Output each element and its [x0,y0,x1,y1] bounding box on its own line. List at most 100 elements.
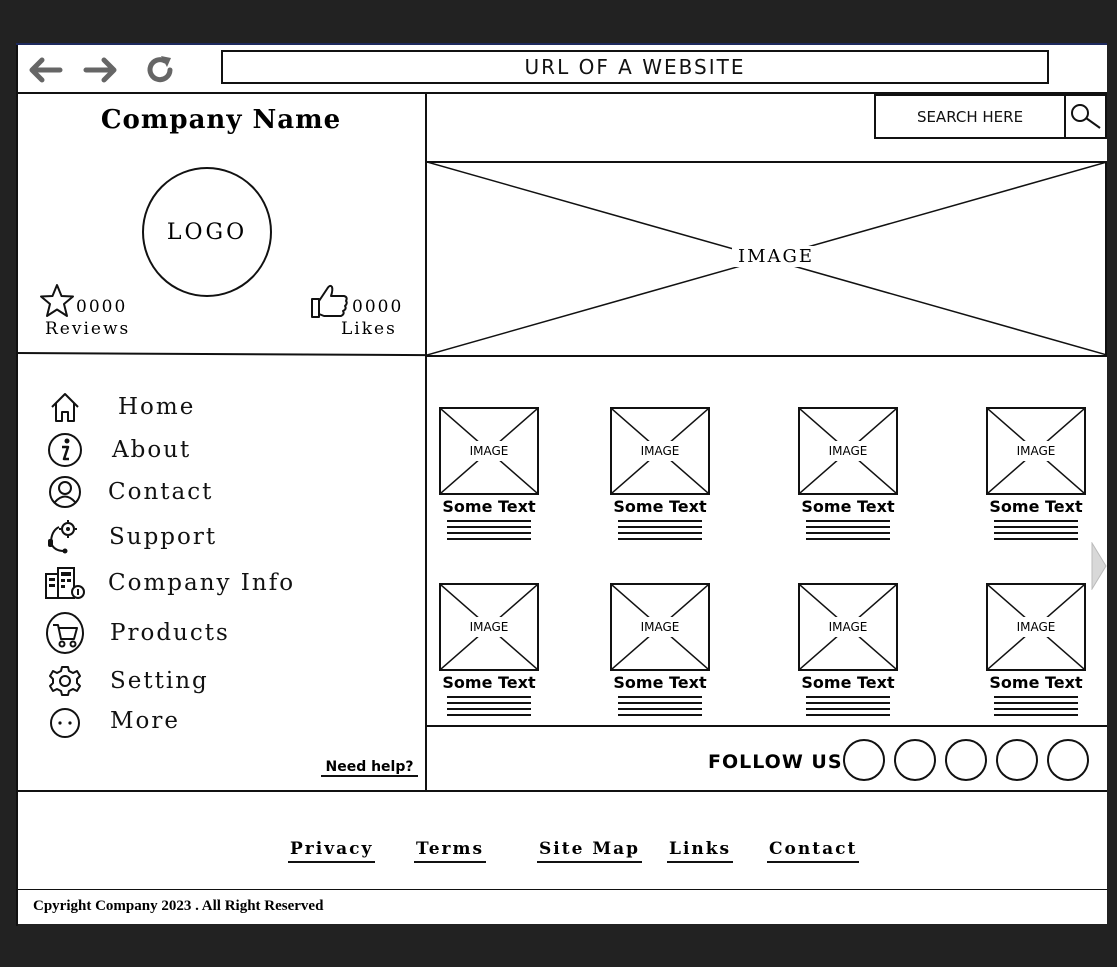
product-card[interactable]: IMAGE Some Text [610,583,710,720]
copyright-divider [16,889,1107,890]
home-icon [40,387,90,427]
product-text-lines [994,696,1078,716]
sidebar-item-label: More [110,708,181,734]
sidebar-item-label: Company Info [108,570,296,596]
product-title: Some Text [442,497,536,516]
need-help-link[interactable]: Need help? [321,759,418,777]
product-text-lines [618,520,702,540]
arrow-right-icon [83,57,117,83]
product-image-label: IMAGE [828,444,868,458]
search-button[interactable] [1064,96,1105,137]
product-image-label: IMAGE [1016,620,1056,634]
sidebar-item-label: Home [118,394,196,420]
logo-text: LOGO [166,219,248,245]
frame-left-edge [16,45,18,926]
footer-link-terms[interactable]: Terms [414,839,487,863]
product-card[interactable]: IMAGE Some Text [439,583,539,720]
product-card[interactable]: IMAGE Some Text [798,583,898,720]
sidebar-item-setting[interactable]: Setting [40,661,209,701]
copyright-text: Cpyright Company 2023 . All Right Reserv… [33,898,324,914]
product-text-lines [806,696,890,716]
hero-image-label: IMAGE [732,246,821,267]
product-title: Some Text [613,497,707,516]
logo: LOGO [142,167,272,297]
thumbs-up-icon [311,284,348,318]
url-text: URL OF A WEBSITE [524,55,746,79]
chevron-right-icon [1091,541,1107,591]
social-icon-2[interactable] [894,739,936,781]
sidebar-item-contact[interactable]: Contact [40,472,213,512]
product-image: IMAGE [439,583,539,671]
product-image-label: IMAGE [640,620,680,634]
product-text-lines [806,520,890,540]
company-name: Company Name [100,105,342,135]
reload-icon [147,56,173,83]
footer-link-contact[interactable]: Contact [767,839,860,863]
footer-link-links[interactable]: Links [667,839,734,863]
product-image: IMAGE [798,407,898,495]
product-image-label: IMAGE [469,444,509,458]
support-icon [40,517,90,557]
hero-divider [427,355,1107,357]
product-card[interactable]: IMAGE Some Text [986,407,1086,544]
sidebar-item-label: Contact [108,479,214,505]
product-image: IMAGE [610,583,710,671]
product-image-label: IMAGE [1016,444,1056,458]
product-image-label: IMAGE [828,620,868,634]
product-title: Some Text [989,673,1083,692]
product-text-lines [447,520,531,540]
info-icon [40,430,90,470]
gear-icon [40,661,90,701]
sidebar-item-label: Setting [110,668,209,694]
product-title: Some Text [442,673,536,692]
footer-top-divider [16,790,1107,792]
sidebar-item-company-info[interactable]: Company Info [40,563,295,603]
product-image: IMAGE [798,583,898,671]
reviews-count: 0000 [76,297,128,317]
product-card[interactable]: IMAGE Some Text [798,407,898,544]
reviews-label: Reviews [45,319,131,339]
sidebar-item-about[interactable]: About [40,430,191,470]
product-image: IMAGE [986,583,1086,671]
social-icon-4[interactable] [996,739,1038,781]
product-image: IMAGE [439,407,539,495]
product-card[interactable]: IMAGE Some Text [439,407,539,544]
social-icon-3[interactable] [945,739,987,781]
product-title: Some Text [989,497,1083,516]
search-icon [1070,103,1101,129]
likes-label: Likes [341,319,397,339]
carousel-next-button[interactable] [1091,541,1107,594]
follow-us-label: FOLLOW US [708,751,843,773]
product-image: IMAGE [610,407,710,495]
product-text-lines [618,696,702,716]
forward-button[interactable] [80,53,124,87]
product-text-lines [994,520,1078,540]
product-image: IMAGE [986,407,1086,495]
product-card[interactable]: IMAGE Some Text [986,583,1086,720]
product-image-label: IMAGE [469,620,509,634]
likes-count: 0000 [352,297,404,317]
sidebar-item-support[interactable]: Support [40,517,217,557]
back-button[interactable] [22,53,66,87]
sidebar-item-more[interactable]: More [40,701,180,741]
footer-link-privacy[interactable]: Privacy [288,839,376,863]
product-title: Some Text [613,673,707,692]
social-icon-1[interactable] [843,739,885,781]
product-image-label: IMAGE [640,444,680,458]
search-box [874,94,1107,139]
search-input[interactable] [876,96,1064,137]
sidebar-item-products[interactable]: Products [40,612,230,654]
sidebar-item-home[interactable]: Home [40,387,195,427]
cart-icon [40,612,90,654]
url-bar[interactable]: URL OF A WEBSITE [221,50,1049,84]
profile-divider [15,352,427,357]
product-text-lines [447,696,531,716]
product-card[interactable]: IMAGE Some Text [610,407,710,544]
wireframe-page: URL OF A WEBSITE Company Name LOGO 0000 … [15,43,1107,926]
sidebar-item-label: Support [109,524,218,550]
footer-link-site-map[interactable]: Site Map [537,839,643,863]
social-icon-5[interactable] [1047,739,1089,781]
reload-button[interactable] [138,53,182,87]
product-title: Some Text [801,497,895,516]
sidebar-item-label: About [112,437,192,463]
